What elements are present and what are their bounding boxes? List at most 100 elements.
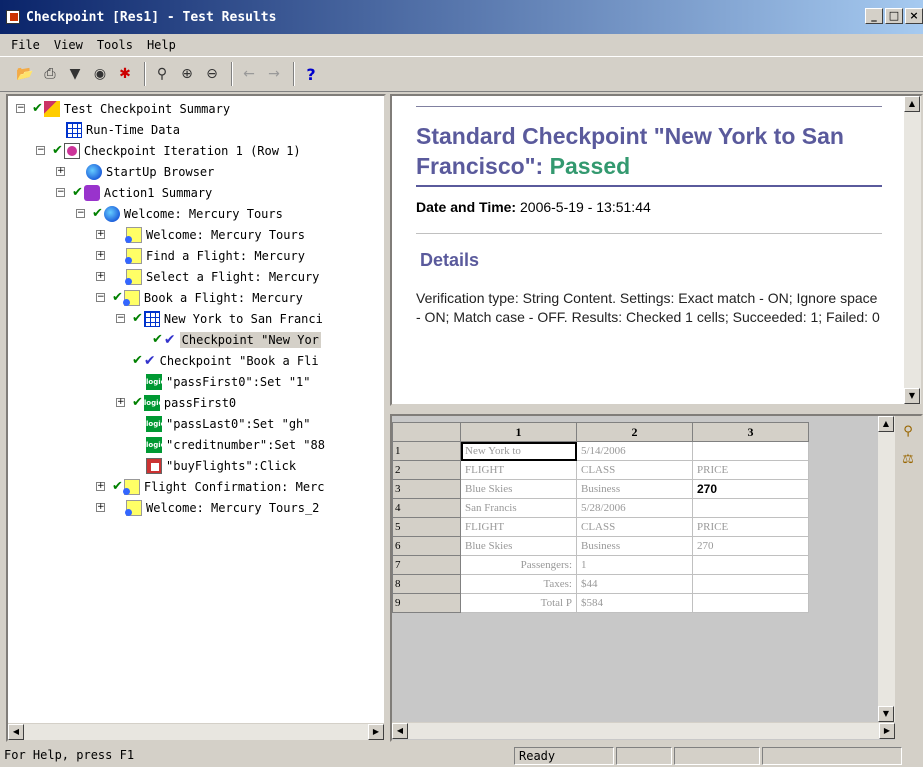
grid-column-header[interactable]: 2: [576, 422, 693, 442]
grid-column-header[interactable]: 3: [692, 422, 809, 442]
grid-cell[interactable]: [692, 593, 809, 613]
open-icon[interactable]: 📂: [14, 63, 36, 85]
scroll-right-button[interactable]: ▶: [879, 723, 895, 739]
grid-cell[interactable]: [692, 498, 809, 518]
grid-cell[interactable]: [692, 441, 809, 461]
zoom-tree-icon[interactable]: ⚲: [151, 63, 173, 85]
collapse-icon[interactable]: −: [16, 104, 25, 113]
collapse-icon[interactable]: −: [36, 146, 45, 155]
collapse-icon[interactable]: −: [76, 209, 85, 218]
grid-vertical-scrollbar[interactable]: ▲ ▼: [878, 416, 895, 722]
grid-row-header[interactable]: 1: [392, 441, 461, 461]
tree-item[interactable]: logic "passLast0":Set "gh": [8, 413, 384, 434]
grid-cell[interactable]: Blue Skies: [460, 536, 577, 556]
tree-item[interactable]: ✔ ✔ Checkpoint "Book a Fli: [8, 350, 384, 371]
tree-item[interactable]: + Welcome: Mercury Tours: [8, 224, 384, 245]
maximize-button[interactable]: □: [885, 8, 903, 24]
tree-item[interactable]: logic "passFirst0":Set "1": [8, 371, 384, 392]
title-bar[interactable]: Checkpoint [Res1] - Test Results _ □ ×: [0, 0, 923, 34]
grid-row-header[interactable]: 9: [392, 593, 461, 613]
tree-item[interactable]: + StartUp Browser: [8, 161, 384, 182]
grid-cell[interactable]: Passengers:: [460, 555, 577, 575]
tree-item[interactable]: ✔ ✔ Checkpoint "New Yor: [8, 329, 384, 350]
tree-item[interactable]: − ✔ Book a Flight: Mercury: [8, 287, 384, 308]
zoom-out-icon[interactable]: ⊖: [201, 63, 223, 85]
grid-cell[interactable]: 5/14/2006: [576, 441, 693, 461]
grid-cell[interactable]: 5/28/2006: [576, 498, 693, 518]
grid-cell[interactable]: $584: [576, 593, 693, 613]
binoculars-icon[interactable]: ⚲: [898, 424, 918, 444]
tree-item[interactable]: − ✔ Welcome: Mercury Tours: [8, 203, 384, 224]
grid-cell[interactable]: [692, 555, 809, 575]
tree-item[interactable]: logic "creditnumber":Set "88: [8, 434, 384, 455]
grid-row-header[interactable]: 6: [392, 536, 461, 556]
collapse-icon[interactable]: −: [116, 314, 125, 323]
grid-row-header[interactable]: 2: [392, 460, 461, 480]
tree-item[interactable]: + Welcome: Mercury Tours_2: [8, 497, 384, 518]
tree-item[interactable]: + ✔ logic passFirst0: [8, 392, 384, 413]
tree-item[interactable]: − ✔ Checkpoint Iteration 1 (Row 1): [8, 140, 384, 161]
grid-column-header[interactable]: 1: [460, 422, 577, 442]
grid-cell[interactable]: 270: [692, 536, 809, 556]
scroll-down-button[interactable]: ▼: [878, 706, 894, 722]
tree-item[interactable]: + Select a Flight: Mercury: [8, 266, 384, 287]
back-icon[interactable]: ←: [238, 63, 260, 85]
grid-cell[interactable]: FLIGHT: [460, 517, 577, 537]
grid-cell[interactable]: Taxes:: [460, 574, 577, 594]
expand-icon[interactable]: +: [56, 167, 65, 176]
tree-item[interactable]: Run-Time Data: [8, 119, 384, 140]
grid-cell[interactable]: FLIGHT: [460, 460, 577, 480]
tree-item[interactable]: − ✔ New York to San Franci: [8, 308, 384, 329]
grid-cell[interactable]: CLASS: [576, 517, 693, 537]
tree-item[interactable]: + Find a Flight: Mercury: [8, 245, 384, 266]
tree-item[interactable]: "buyFlights":Click: [8, 455, 384, 476]
scales-icon[interactable]: ⚖: [898, 452, 918, 472]
grid-cell[interactable]: Total P: [460, 593, 577, 613]
grid-cell[interactable]: Blue Skies: [460, 479, 577, 499]
zoom-in-icon[interactable]: ⊕: [176, 63, 198, 85]
menu-file[interactable]: File: [4, 38, 47, 52]
expand-icon[interactable]: +: [96, 482, 105, 491]
minimize-button[interactable]: _: [865, 8, 883, 24]
collapse-icon[interactable]: −: [56, 188, 65, 197]
menu-tools[interactable]: Tools: [90, 38, 140, 52]
tree-item[interactable]: + ✔ Flight Confirmation: Merc: [8, 476, 384, 497]
grid-cell[interactable]: $44: [576, 574, 693, 594]
expand-icon[interactable]: +: [116, 398, 125, 407]
bug-icon[interactable]: ✱: [114, 63, 136, 85]
grid-cell[interactable]: Business: [576, 479, 693, 499]
grid-cell[interactable]: New York to: [460, 441, 577, 461]
scroll-left-button[interactable]: ◀: [392, 723, 408, 739]
grid-row-header[interactable]: 4: [392, 498, 461, 518]
expand-icon[interactable]: +: [96, 272, 105, 281]
scroll-left-button[interactable]: ◀: [8, 724, 24, 740]
menu-view[interactable]: View: [47, 38, 90, 52]
grid-cell[interactable]: San Francis: [460, 498, 577, 518]
scroll-up-button[interactable]: ▲: [904, 96, 920, 112]
grid-cell[interactable]: PRICE: [692, 517, 809, 537]
filter-icon[interactable]: ▼: [64, 63, 86, 85]
expand-icon[interactable]: +: [96, 230, 105, 239]
grid-row-header[interactable]: 7: [392, 555, 461, 575]
help-icon[interactable]: ?: [300, 63, 322, 85]
scroll-right-button[interactable]: ▶: [368, 724, 384, 740]
expand-icon[interactable]: +: [96, 251, 105, 260]
grid-cell[interactable]: [692, 574, 809, 594]
scroll-up-button[interactable]: ▲: [878, 416, 894, 432]
expand-icon[interactable]: +: [96, 503, 105, 512]
grid-row-header[interactable]: 5: [392, 517, 461, 537]
close-button[interactable]: ×: [905, 8, 923, 24]
grid-row-header[interactable]: 3: [392, 479, 461, 499]
grid-cell[interactable]: 270: [692, 479, 809, 499]
grid-horizontal-scrollbar[interactable]: ◀ ▶: [392, 722, 895, 739]
forward-icon[interactable]: →: [263, 63, 285, 85]
find-icon[interactable]: ◉: [89, 63, 111, 85]
grid-cell[interactable]: PRICE: [692, 460, 809, 480]
tree-item[interactable]: − ✔ Action1 Summary: [8, 182, 384, 203]
scroll-down-button[interactable]: ▼: [904, 388, 920, 404]
grid-cell[interactable]: CLASS: [576, 460, 693, 480]
collapse-icon[interactable]: −: [96, 293, 105, 302]
tree-item[interactable]: − ✔ Test Checkpoint Summary: [8, 98, 384, 119]
print-icon[interactable]: ⎙: [39, 63, 61, 85]
tree-horizontal-scrollbar[interactable]: ◀ ▶: [8, 723, 384, 740]
